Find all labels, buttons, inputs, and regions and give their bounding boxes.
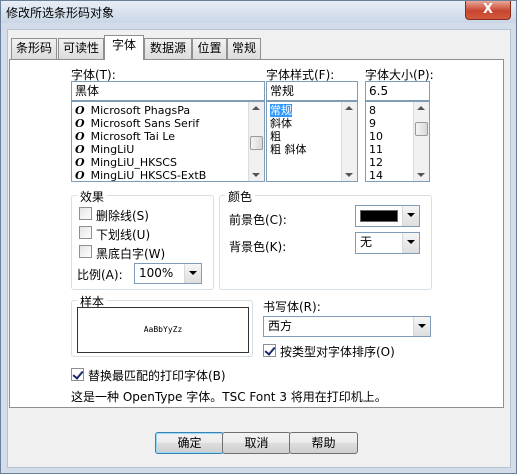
list-item[interactable]: O MingLiU_HKSCS [75,156,177,169]
list-item[interactable]: 斜体 [270,117,292,130]
strikethrough-checkbox[interactable] [79,207,92,220]
list-item[interactable]: 9 [369,117,376,130]
list-item[interactable]: 14 [369,169,383,181]
scroll-down-arrow-icon[interactable] [252,173,260,177]
substitute-font-checkbox[interactable] [71,368,84,381]
tab-font[interactable]: 字体 [104,35,144,60]
tab-position[interactable]: 位置 [192,38,227,59]
list-item[interactable]: 常规 [270,104,292,117]
list-item[interactable]: 11 [369,143,383,156]
list-item[interactable]: 8 [369,104,376,117]
reverse-label[interactable]: 黑底白字(W) [96,245,165,262]
font-item-label: MingLiU_HKSCS [90,156,177,169]
scale-combo[interactable]: 100% [134,263,202,284]
list-item[interactable]: 粗 [270,130,281,143]
scroll-up-arrow-icon[interactable] [417,106,425,110]
type-sort-label[interactable]: 按类型对字体排序(O) [280,343,395,360]
opentype-icon: O [75,156,85,169]
dialog-window: 修改所选条形码对象 X 条形码 可读性 字体 数据源 位置 常规 字体(T): … [0,0,517,474]
chevron-down-icon[interactable] [413,317,430,336]
scale-label: 比例(A): [77,268,123,282]
opentype-icon: O [75,143,85,156]
script-value: 西方 [268,319,293,333]
font-info-text: 这是一种 OpenType 字体。TSC Font 3 将用在打印机上。 [71,390,387,404]
type-sort-checkbox[interactable] [263,344,276,357]
list-item[interactable]: O MingLiU_HKSCS-ExtB [75,169,207,182]
tab-barcode[interactable]: 条形码 [11,38,57,59]
strikethrough-label[interactable]: 删除线(S) [96,207,149,224]
title-bar: 修改所选条形码对象 X [1,1,516,23]
scale-value: 100% [139,266,174,280]
effects-title: 效果 [77,188,108,205]
help-button[interactable]: 帮助 [289,432,358,454]
script-combo[interactable]: 西方 [263,316,431,337]
script-label: 书写体(R): [263,300,321,314]
color-title: 颜色 [225,188,256,205]
font-input[interactable]: 黑体 [71,81,265,101]
background-color-picker[interactable]: 无 [355,232,420,254]
underline-checkbox[interactable] [79,226,92,239]
foreground-label: 前景色(C): [229,213,287,227]
font-item-label: MingLiU [90,143,135,156]
background-label: 背景色(K): [229,240,287,254]
style-list-scrollbar[interactable] [341,102,357,181]
sample-preview: AaBbYyZz [77,307,249,353]
font-style-input[interactable]: 常规 [266,81,358,101]
ok-button[interactable]: 确定 [155,432,224,454]
list-item[interactable]: 10 [369,130,383,143]
list-item[interactable]: O Microsoft Sans Serif [75,117,199,130]
font-item-label: Microsoft Tai Le [90,130,176,143]
foreground-color-picker[interactable] [355,205,420,227]
chevron-down-icon[interactable] [402,233,419,253]
background-value: 无 [360,235,373,249]
cancel-button[interactable]: 取消 [222,432,291,454]
tab-general[interactable]: 常规 [227,38,261,59]
close-button[interactable]: X [465,1,511,20]
list-item[interactable]: O Microsoft Tai Le [75,130,175,143]
size-list-scrollbar[interactable] [413,102,429,181]
font-list[interactable]: O Microsoft PhagsPa O Microsoft Sans Serif… [71,101,265,182]
chevron-down-icon[interactable] [402,206,419,226]
list-item[interactable]: 粗 斜体 [270,143,307,156]
foreground-color-swatch [360,210,398,222]
font-item-label: Microsoft PhagsPa [90,104,191,117]
tab-readability[interactable]: 可读性 [58,38,104,59]
list-item[interactable]: O MingLiU [75,143,134,156]
scroll-up-arrow-icon[interactable] [345,106,353,110]
underline-label[interactable]: 下划线(U) [96,226,150,243]
substitute-font-label[interactable]: 替换最匹配的打印字体(B) [88,367,226,384]
font-size-input[interactable]: 6.5 [365,81,430,101]
font-item-label: MingLiU_HKSCS-ExtB [90,169,207,182]
tab-panel-font: 字体(T): 黑体 O Microsoft PhagsPa O Microsoft … [9,59,504,408]
opentype-icon: O [75,130,85,143]
list-item[interactable]: 12 [369,156,383,169]
scroll-down-arrow-icon[interactable] [345,173,353,177]
font-style-list[interactable]: 常规 斜体 粗 粗 斜体 [266,101,358,182]
tab-datasource[interactable]: 数据源 [144,38,192,59]
opentype-icon: O [75,117,85,130]
scroll-thumb[interactable] [250,136,263,150]
chevron-down-icon[interactable] [184,264,201,283]
scroll-thumb[interactable] [415,122,428,136]
opentype-icon: O [75,169,85,182]
scroll-up-arrow-icon[interactable] [252,106,260,110]
scroll-down-arrow-icon[interactable] [417,173,425,177]
reverse-checkbox[interactable] [79,245,92,258]
font-item-label: Microsoft Sans Serif [90,117,200,130]
font-list-scrollbar[interactable] [248,102,264,181]
window-title: 修改所选条形码对象 [6,6,115,20]
list-item[interactable]: O Microsoft PhagsPa [75,104,190,117]
opentype-icon: O [75,104,85,117]
font-size-list[interactable]: 8 9 10 11 12 14 [365,101,430,182]
